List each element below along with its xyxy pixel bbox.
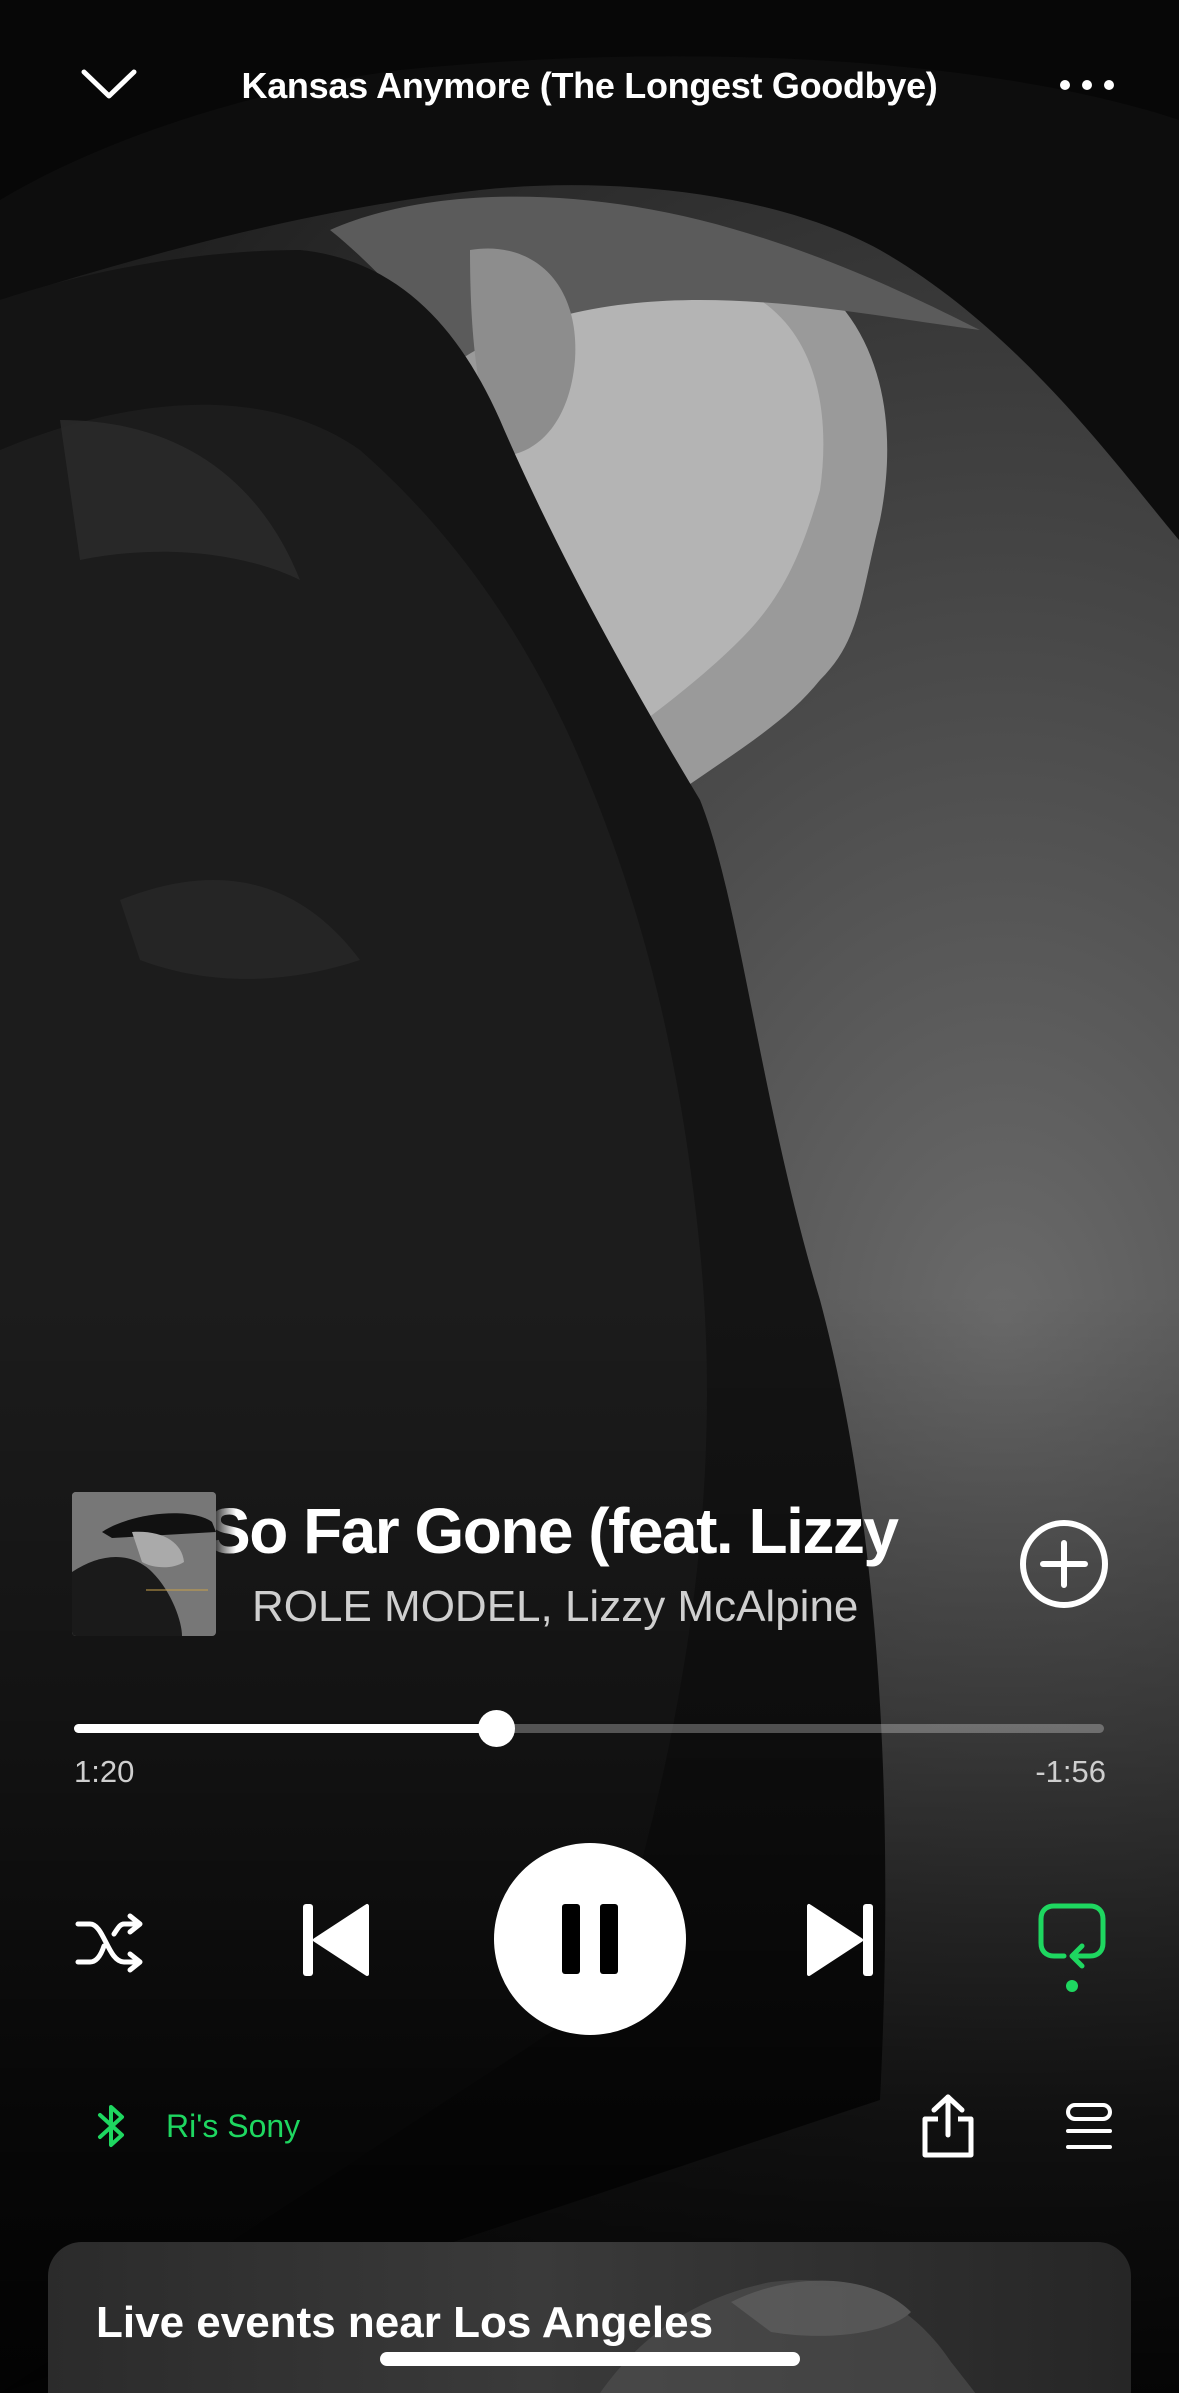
bluetooth-icon (92, 2098, 132, 2154)
live-events-card[interactable]: Live events near Los Angeles (48, 2242, 1131, 2393)
song-title: So Far Gone (feat. Lizzy (216, 1495, 899, 1567)
album-thumbnail[interactable] (72, 1492, 216, 1636)
song-title-marquee: So Far Gone (feat. Lizzy (216, 1490, 1016, 1570)
collapse-button[interactable] (74, 57, 144, 113)
track-info: So Far Gone (feat. Lizzy ROLE MODEL, Liz… (72, 1490, 1112, 1640)
progress-bar[interactable] (74, 1710, 1104, 1747)
repeat-icon (1038, 1903, 1106, 1992)
connected-device[interactable]: Ri's Sony (92, 2096, 300, 2156)
skip-next-icon (807, 1904, 873, 1976)
live-events-heading: Live events near Los Angeles (96, 2298, 714, 2347)
home-indicator (380, 2352, 800, 2366)
shuffle-icon (75, 1913, 143, 1973)
skip-previous-icon (303, 1904, 369, 1976)
previous-button[interactable] (296, 1898, 376, 1982)
device-name: Ri's Sony (166, 2107, 301, 2144)
share-icon (922, 2094, 974, 2158)
context-title: Kansas Anymore (The Longest Goodbye) (241, 65, 938, 106)
queue-icon (1066, 2103, 1112, 2149)
share-button[interactable] (916, 2090, 980, 2162)
add-to-library-button[interactable] (1018, 1518, 1110, 1610)
pause-button[interactable] (494, 1843, 686, 2035)
progress-fill (74, 1724, 497, 1733)
more-options-button[interactable] (1047, 59, 1127, 111)
now-playing-header: Kansas Anymore (The Longest Goodbye) (0, 55, 1179, 115)
more-horizontal-icon (1060, 80, 1114, 90)
elapsed-time: 1:20 (74, 1754, 135, 1789)
shuffle-button[interactable] (70, 1908, 150, 1978)
pause-icon (562, 1904, 618, 1974)
next-button[interactable] (800, 1898, 880, 1982)
add-circle-icon (1020, 1520, 1108, 1608)
queue-button[interactable] (1062, 2094, 1116, 2160)
remaining-time: -1:56 (1035, 1754, 1106, 1789)
repeat-button[interactable] (1032, 1898, 1112, 1998)
chevron-down-icon (81, 69, 137, 99)
artist-names[interactable]: ROLE MODEL, Lizzy McAlpine (252, 1582, 858, 1632)
